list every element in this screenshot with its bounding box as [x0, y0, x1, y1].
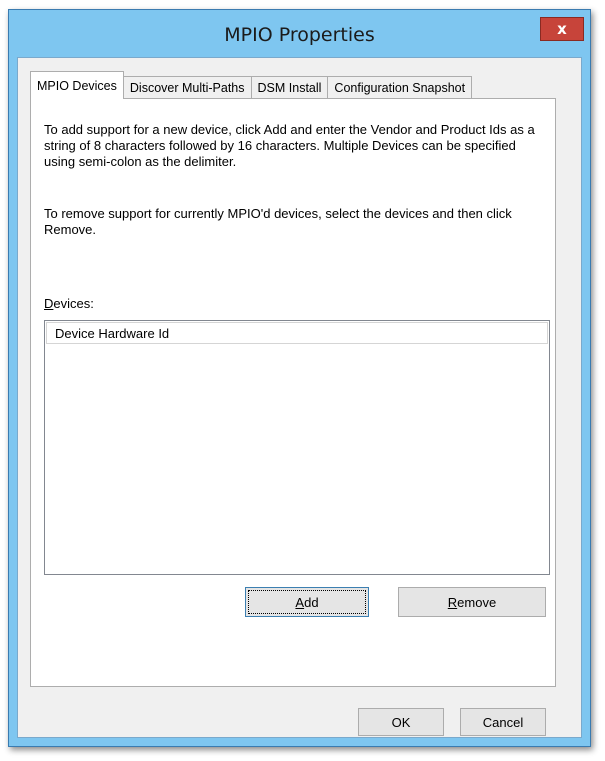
- add-instructions-text: To add support for a new device, click A…: [44, 122, 535, 169]
- title-bar[interactable]: MPIO Properties x: [9, 10, 590, 57]
- tab-discover-multi-paths[interactable]: Discover Multi-Paths: [122, 76, 252, 99]
- tab-mpio-devices[interactable]: MPIO Devices: [30, 71, 124, 99]
- remove-button-label: emove: [457, 594, 497, 610]
- devices-label-text: evices:: [53, 296, 94, 311]
- dialog-title: MPIO Properties: [224, 24, 375, 46]
- column-header-device-hardware-id[interactable]: Device Hardware Id: [46, 322, 548, 344]
- add-button-label: dd: [304, 594, 319, 610]
- close-icon: x: [557, 20, 567, 38]
- add-button[interactable]: Add: [245, 587, 369, 617]
- mpio-devices-panel: To add support for a new device, click A…: [30, 98, 556, 687]
- tab-strip: MPIO Devices Discover Multi-Paths DSM In…: [30, 71, 473, 99]
- tab-dsm-install[interactable]: DSM Install: [250, 76, 329, 99]
- ok-button[interactable]: OK: [358, 708, 444, 736]
- close-button[interactable]: x: [540, 17, 584, 41]
- dialog-client-area: MPIO Devices Discover Multi-Paths DSM In…: [17, 57, 582, 738]
- remove-button[interactable]: Remove: [398, 587, 546, 617]
- mpio-properties-dialog: MPIO Properties x MPIO Devices Discover …: [8, 9, 591, 747]
- cancel-button[interactable]: Cancel: [460, 708, 546, 736]
- devices-label: Devices:: [44, 296, 94, 311]
- devices-list[interactable]: Device Hardware Id: [44, 320, 550, 575]
- add-button-mnemonic: A: [295, 594, 305, 610]
- tab-configuration-snapshot[interactable]: Configuration Snapshot: [327, 76, 473, 99]
- devices-label-mnemonic: D: [44, 296, 54, 311]
- remove-button-mnemonic: R: [447, 594, 458, 610]
- remove-instructions-text: To remove support for currently MPIO'd d…: [44, 206, 512, 237]
